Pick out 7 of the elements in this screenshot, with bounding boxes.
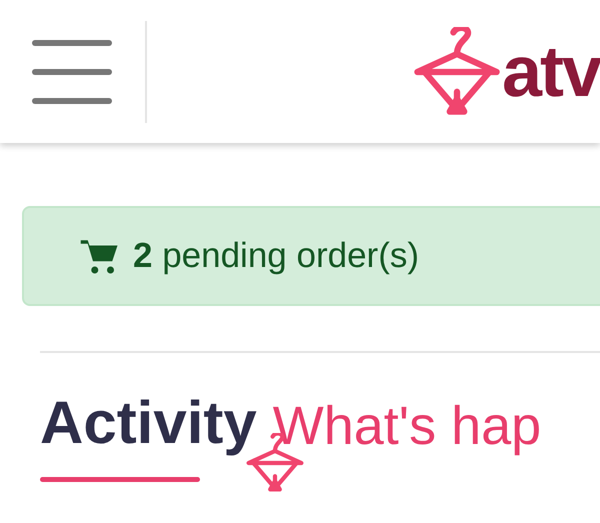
- hanger-icon: [412, 26, 502, 116]
- logo[interactable]: atv: [412, 26, 600, 116]
- logo-text: atv: [502, 36, 600, 108]
- menu-button[interactable]: [32, 40, 112, 104]
- section-subtitle: What's hap: [272, 399, 542, 453]
- section-title: Activity: [40, 393, 257, 453]
- pending-orders-text: 2 pending order(s): [133, 234, 420, 277]
